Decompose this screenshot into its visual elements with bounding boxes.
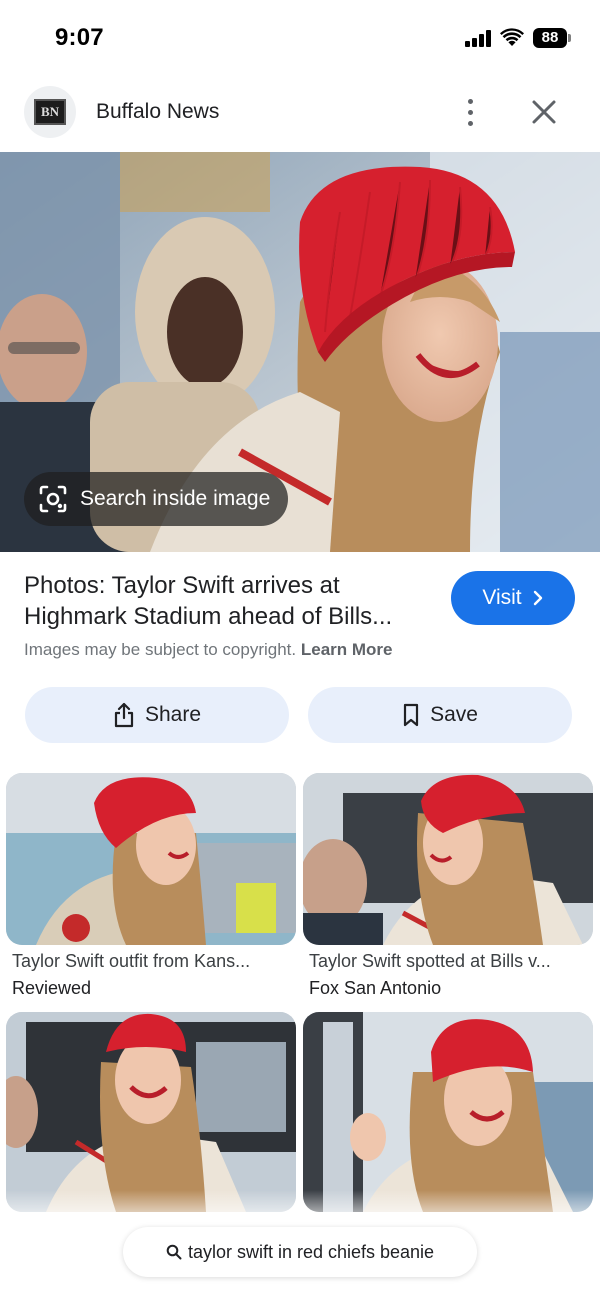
related-result-image bbox=[6, 1012, 296, 1212]
bookmark-icon bbox=[403, 703, 419, 727]
related-result-image bbox=[6, 773, 296, 945]
more-vert-icon bbox=[467, 98, 473, 104]
more-vert-icon-dot bbox=[467, 120, 473, 126]
search-inside-image-button[interactable]: Search inside image bbox=[24, 472, 289, 526]
status-bar: 9:07 88 bbox=[0, 0, 600, 76]
battery-nub bbox=[568, 34, 571, 42]
related-result-source: Fox San Antonio bbox=[309, 978, 442, 998]
copyright-text: Images may be subject to copyright. bbox=[24, 640, 297, 659]
related-result-photo bbox=[303, 1012, 593, 1212]
more-vert-icon-dot bbox=[467, 109, 473, 115]
chevron-right-icon bbox=[533, 590, 542, 606]
share-icon bbox=[114, 702, 134, 728]
more-options-button[interactable] bbox=[452, 92, 488, 132]
result-header: BN Buffalo News bbox=[0, 84, 600, 140]
lens-icon bbox=[39, 485, 67, 513]
result-title[interactable]: Photos: Taylor Swift arrives at Highmark… bbox=[24, 570, 434, 632]
result-title-line-2: Highmark Stadium ahead of Bills... bbox=[24, 603, 393, 630]
visit-button-label: Visit bbox=[482, 586, 522, 609]
site-name[interactable]: Buffalo News bbox=[96, 100, 219, 124]
site-logo-mark: BN bbox=[34, 99, 66, 125]
main-image[interactable]: Search inside image bbox=[0, 152, 600, 552]
search-inside-image-label: Search inside image bbox=[80, 487, 271, 510]
wifi-icon bbox=[500, 28, 524, 46]
close-icon[interactable] bbox=[526, 94, 562, 130]
related-result-photo bbox=[6, 773, 296, 945]
share-button[interactable]: Share bbox=[25, 687, 289, 743]
related-result-source: Reviewed bbox=[12, 978, 92, 998]
share-button-label: Share bbox=[144, 703, 202, 726]
related-result-title: Taylor Swift spotted at Bills v... bbox=[309, 951, 551, 971]
status-time: 9:07 bbox=[55, 24, 104, 51]
related-result-photo bbox=[303, 773, 593, 945]
related-result-card[interactable]: Taylor Swift outfit from Kans... Reviewe… bbox=[6, 773, 296, 999]
battery-level: 88 bbox=[533, 28, 567, 48]
copyright-notice: Images may be subject to copyright. Lear… bbox=[24, 640, 393, 660]
search-query-pill[interactable]: taylor swift in red chiefs beanie bbox=[123, 1227, 477, 1277]
cellular-signal-icon bbox=[465, 30, 491, 47]
learn-more-link[interactable]: Learn More bbox=[301, 640, 393, 659]
result-title-line-1: Photos: Taylor Swift arrives at bbox=[24, 572, 340, 599]
related-result-card[interactable]: Taylor Swift spotted at Bills v... Fox S… bbox=[303, 773, 593, 998]
related-result-image bbox=[303, 1012, 593, 1212]
related-result-title: Taylor Swift outfit from Kans... bbox=[12, 951, 251, 971]
related-result-photo bbox=[6, 1012, 296, 1212]
related-result-image bbox=[303, 773, 593, 945]
save-button[interactable]: Save bbox=[308, 687, 572, 743]
site-logo[interactable]: BN bbox=[24, 86, 76, 138]
save-button-label: Save bbox=[430, 703, 478, 726]
visit-button[interactable]: Visit bbox=[451, 571, 575, 625]
search-query-text: taylor swift in red chiefs beanie bbox=[187, 1241, 435, 1262]
search-icon bbox=[166, 1244, 182, 1260]
